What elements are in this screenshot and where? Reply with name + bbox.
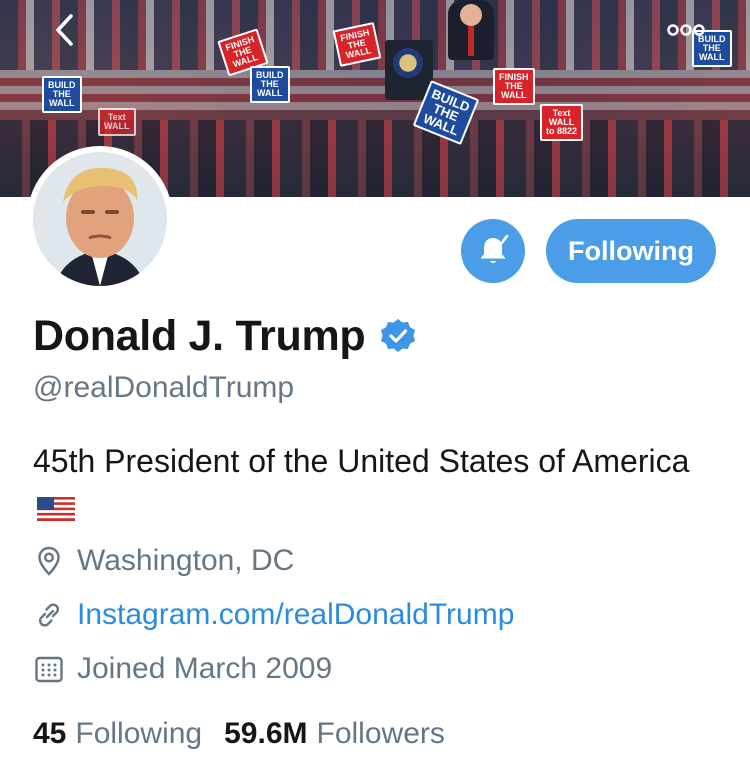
banner-sign: BUILD THE WALL (250, 66, 290, 103)
handle: @realDonaldTrump (33, 371, 295, 404)
bio-text: 45th President of the United States of A… (33, 443, 690, 479)
avatar-image (33, 152, 167, 286)
banner-sign: Text WALL to 8822 (540, 104, 584, 141)
avatar[interactable] (27, 146, 173, 292)
banner-sign: Text WALL (98, 108, 136, 136)
notifications-button[interactable] (461, 219, 525, 283)
following-count-link[interactable]: 45 Following (33, 716, 202, 752)
location-text: Washington, DC (77, 544, 295, 577)
joined-date: Joined March 2009 (33, 651, 332, 687)
chevron-left-icon (56, 14, 73, 46)
bio: 45th President of the United States of A… (33, 438, 723, 532)
presidential-seal (393, 48, 423, 78)
bell-icon (480, 234, 509, 263)
us-flag-icon (37, 487, 75, 521)
avatar-portrait (33, 152, 167, 286)
calendar-icon (33, 653, 65, 685)
location-pin-icon (33, 545, 65, 577)
banner-speaker (448, 0, 494, 60)
link-icon (33, 599, 65, 631)
display-name-row: Donald J. Trump (33, 311, 417, 361)
joined-text: Joined March 2009 (77, 652, 333, 685)
banner-sign: BUILD THE WALL (42, 76, 82, 113)
website-link[interactable]: Instagram.com/realDonaldTrump (77, 597, 514, 633)
following-count: 45 (33, 717, 67, 750)
verified-badge-icon (379, 317, 417, 355)
more-horizontal-icon (667, 24, 705, 36)
back-button[interactable] (48, 14, 80, 46)
following-button[interactable]: Following (546, 219, 716, 283)
followers-count: 59.6M (224, 717, 308, 750)
followers-count-link[interactable]: 59.6M Followers (224, 716, 445, 752)
display-name: Donald J. Trump (33, 312, 366, 360)
location: Washington, DC (33, 543, 294, 579)
followers-label: Followers (316, 717, 445, 750)
follow-stats: 45 Following 59.6M Followers (33, 716, 445, 752)
website[interactable]: Instagram.com/realDonaldTrump (33, 597, 514, 633)
banner-sign: FINISH THE WALL (493, 68, 535, 105)
following-label: Following (75, 717, 203, 750)
more-options-button[interactable] (661, 16, 711, 44)
banner-flag-stripes (0, 70, 750, 110)
